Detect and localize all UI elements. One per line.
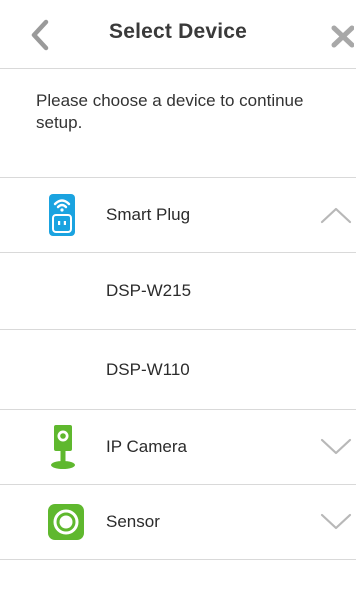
back-button[interactable] bbox=[26, 18, 56, 52]
chevron-down-icon[interactable] bbox=[320, 512, 352, 532]
device-row-smart-plug[interactable]: Smart Plug bbox=[0, 178, 356, 253]
device-label-ip-camera: IP Camera bbox=[106, 437, 187, 456]
device-list: Smart Plug DSP-W215 DSP-W110 IP Camera S… bbox=[0, 177, 356, 560]
model-row-dsp-w215[interactable]: DSP-W215 bbox=[0, 253, 356, 330]
chevron-up-icon[interactable] bbox=[320, 205, 352, 225]
close-button[interactable] bbox=[328, 20, 355, 50]
sensor-icon bbox=[48, 504, 84, 540]
header-bar: Select Device bbox=[0, 0, 356, 69]
model-label: DSP-W215 bbox=[106, 281, 192, 300]
select-device-screen: Select Device Please choose a device to … bbox=[0, 0, 356, 616]
intro-text: Please choose a device to continue setup… bbox=[36, 91, 304, 132]
device-row-ip-camera[interactable]: IP Camera bbox=[0, 410, 356, 485]
chevron-left-icon bbox=[31, 19, 49, 51]
device-label-smart-plug: Smart Plug bbox=[106, 205, 191, 224]
close-icon bbox=[331, 25, 355, 48]
ip-camera-icon bbox=[51, 425, 75, 469]
device-label-sensor: Sensor bbox=[106, 512, 160, 531]
chevron-down-icon[interactable] bbox=[320, 437, 352, 457]
device-row-sensor[interactable]: Sensor bbox=[0, 485, 356, 560]
model-row-dsp-w110[interactable]: DSP-W110 bbox=[0, 330, 356, 410]
page-title: Select Device bbox=[108, 20, 248, 43]
smart-plug-icon bbox=[49, 194, 75, 236]
model-label: DSP-W110 bbox=[106, 359, 190, 379]
